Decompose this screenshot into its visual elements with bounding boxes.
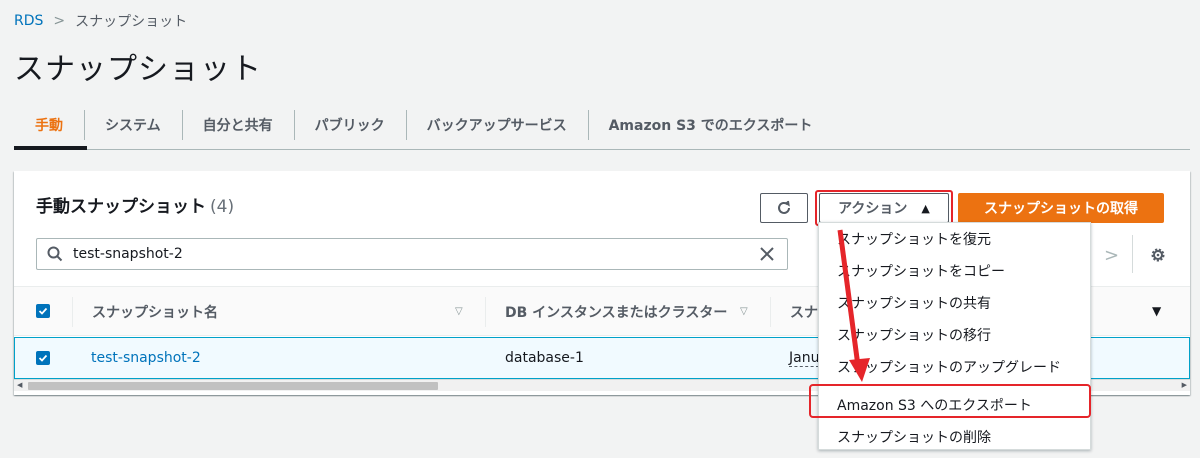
take-snapshot-button[interactable]: スナップショットの取得: [958, 193, 1164, 223]
panel-title: 手動スナップショット (4): [36, 192, 234, 217]
scroll-thumb[interactable]: [28, 382, 438, 390]
caret-down-icon[interactable]: ▼: [1152, 304, 1161, 318]
gear-icon[interactable]: [1149, 246, 1167, 264]
snapshot-time-cell: Janu: [789, 350, 820, 367]
active-tab-indicator: [14, 146, 87, 150]
sort-down-icon[interactable]: ▽: [740, 306, 748, 317]
tab-manual[interactable]: 手動: [14, 106, 84, 144]
refresh-icon: [778, 200, 790, 214]
column-divider: [485, 297, 486, 327]
menu-item-copy[interactable]: スナップショットをコピー: [819, 255, 1090, 287]
column-divider: [72, 297, 73, 327]
menu-item-share[interactable]: スナップショットの共有: [819, 287, 1090, 319]
column-header-db-instance[interactable]: DB インスタンスまたはクラスター: [505, 302, 727, 322]
check-icon: [38, 354, 48, 362]
search-field[interactable]: test-snapshot-2: [36, 238, 788, 270]
snapshot-name-link[interactable]: test-snapshot-2: [91, 350, 201, 366]
tab-system[interactable]: システム: [84, 106, 182, 144]
tab-public[interactable]: パブリック: [293, 106, 406, 144]
column-header-snapshot-time[interactable]: スナ: [790, 302, 818, 322]
tab-backup-service[interactable]: バックアップサービス: [405, 106, 588, 144]
row-checkbox[interactable]: [36, 351, 50, 365]
menu-item-migrate[interactable]: スナップショットの移行: [819, 319, 1090, 351]
search-icon: [47, 246, 63, 262]
select-all-checkbox[interactable]: [36, 304, 50, 318]
actions-highlight-box: [815, 190, 953, 226]
scroll-left-arrow-icon[interactable]: ◀: [17, 381, 22, 389]
chevron-right-icon[interactable]: >: [1104, 245, 1119, 266]
menu-item-delete[interactable]: スナップショットの削除: [819, 421, 1090, 453]
scroll-right-arrow-icon[interactable]: ▶: [1182, 381, 1187, 389]
page-title: スナップショット: [14, 52, 262, 87]
snapshot-count: (4): [210, 197, 235, 217]
db-instance-cell: database-1: [505, 350, 584, 366]
menu-item-upgrade[interactable]: スナップショットのアップグレード: [819, 351, 1090, 383]
panel-title-text: 手動スナップショット: [36, 197, 206, 217]
breadcrumb-rds-link[interactable]: RDS: [14, 13, 43, 29]
breadcrumb-current: スナップショット: [75, 14, 188, 30]
breadcrumb: RDS > スナップショット: [14, 11, 187, 31]
sort-down-icon[interactable]: ▽: [455, 306, 463, 317]
export-highlight-box: [809, 384, 1091, 418]
search-input[interactable]: test-snapshot-2: [73, 246, 757, 262]
tab-s3-exports[interactable]: Amazon S3 でのエクスポート: [587, 106, 834, 144]
chevron-right-icon: >: [53, 13, 66, 29]
check-icon: [38, 307, 48, 315]
tab-shared-with-me[interactable]: 自分と共有: [181, 106, 294, 144]
toolbar-divider: [1132, 235, 1133, 273]
close-icon[interactable]: [757, 244, 777, 264]
column-divider: [770, 297, 771, 327]
column-header-snapshot-name[interactable]: スナップショット名: [92, 302, 218, 322]
refresh-button[interactable]: [760, 193, 808, 223]
menu-item-restore[interactable]: スナップショットを復元: [819, 223, 1090, 255]
tab-bar: 手動 システム 自分と共有 パブリック バックアップサービス Amazon S3…: [14, 100, 1190, 150]
